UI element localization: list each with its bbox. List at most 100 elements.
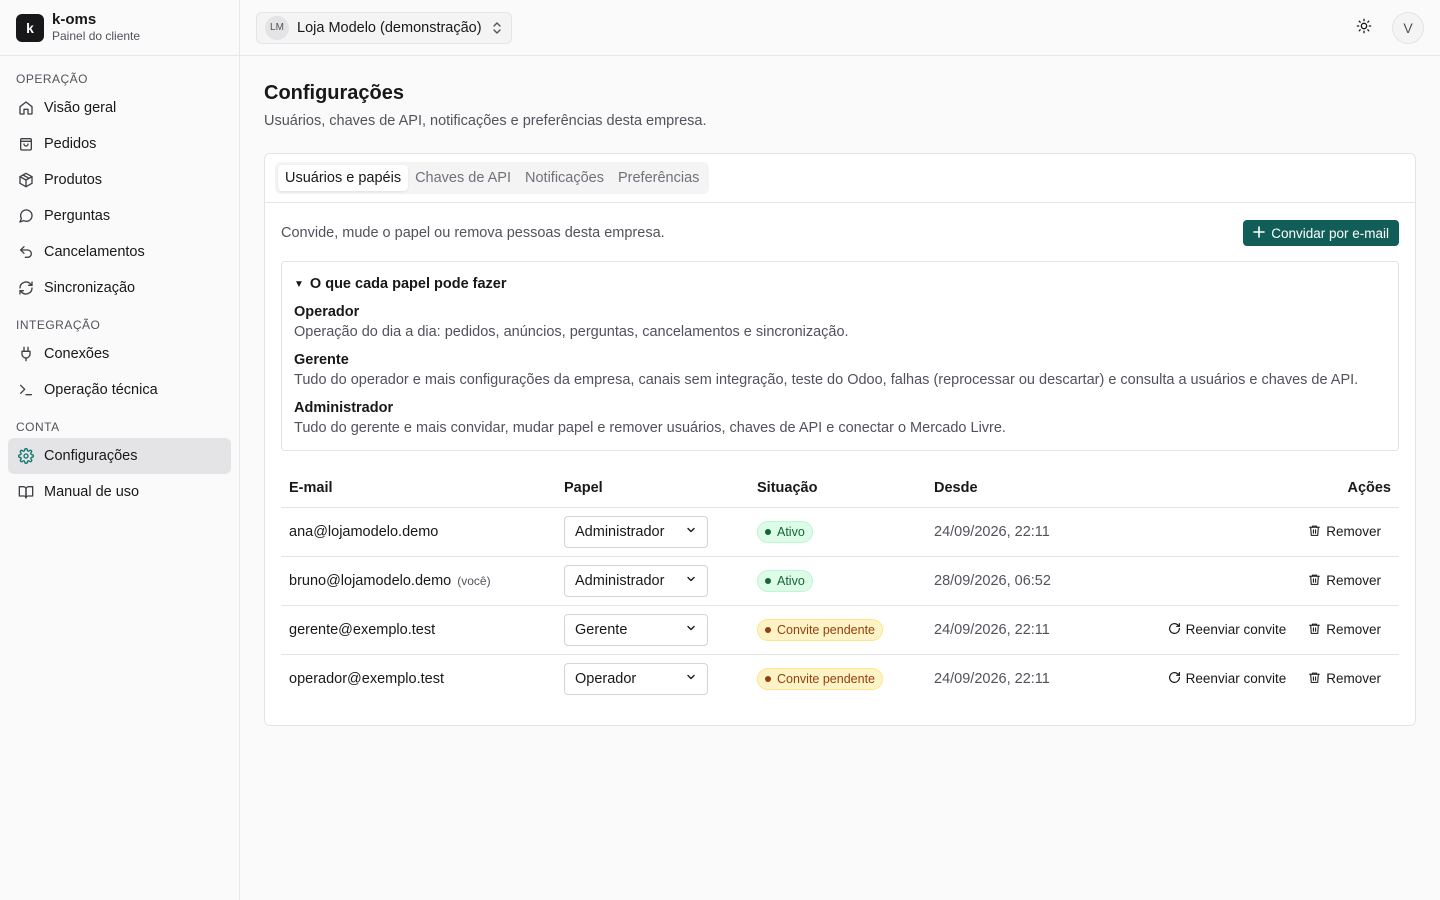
remove-label: Remover: [1326, 671, 1381, 687]
plug-icon: [18, 346, 34, 362]
nav-group-label: CONTA: [16, 420, 60, 434]
invite-button-label: Convidar por e-mail: [1271, 225, 1389, 241]
settings-tabs: Usuários e papéis Chaves de API Notificaçõ…: [275, 162, 710, 194]
user-email: gerente@exemplo.test: [289, 621, 436, 638]
nav-group-label: OPERAÇÃO: [16, 72, 89, 86]
role-description-block: Operador Operação do dia a dia: pedidos,…: [294, 302, 1386, 342]
sidebar-item-label: Pedidos: [44, 136, 97, 152]
nav-group: OPERAÇÃO Visão geral Pedidos Produtos Pergun…: [8, 68, 231, 306]
book-icon: [18, 484, 34, 500]
roles-summary-toggle[interactable]: ▼ O que cada papel pode fazer: [294, 274, 1386, 294]
sidebar-item[interactable]: Operação técnica: [8, 372, 231, 408]
user-avatar[interactable]: V: [1392, 11, 1424, 44]
sidebar: k k-oms Painel do cliente OPERAÇÃO Visão …: [0, 0, 240, 900]
sidebar-item-label: Cancelamentos: [44, 244, 145, 260]
chevron-down-icon: [685, 573, 697, 589]
status-badge: Ativo: [757, 520, 813, 543]
settings-tab[interactable]: Notificações: [518, 165, 611, 191]
col-status-header: Situação: [749, 469, 926, 508]
sidebar-item-label: Perguntas: [44, 208, 111, 224]
status-badge: Ativo: [757, 569, 813, 592]
settings-tab[interactable]: Usuários e papéis: [278, 165, 409, 191]
terminal-icon: [18, 382, 34, 398]
remove-user-button[interactable]: Remover: [1308, 524, 1381, 540]
package-icon: [18, 172, 34, 188]
role-select[interactable]: Administrador: [564, 564, 708, 597]
sidebar-item[interactable]: Perguntas: [8, 198, 231, 234]
since-date: 28/09/2026, 06:52: [934, 572, 1051, 589]
sidebar-item-label: Visão geral: [44, 100, 117, 116]
role-select[interactable]: Gerente: [564, 613, 708, 646]
theme-toggle-button[interactable]: [1348, 12, 1380, 44]
sidebar-item[interactable]: Manual de uso: [8, 474, 231, 510]
sidebar-item[interactable]: Conexões: [8, 336, 231, 372]
since-date: 24/09/2026, 22:11: [934, 523, 1050, 540]
company-initials-badge: LM: [265, 15, 289, 40]
settings-tab[interactable]: Chaves de API: [408, 165, 518, 191]
company-name: Loja Modelo (demonstração): [297, 19, 482, 36]
sidebar-item[interactable]: Pedidos: [8, 126, 231, 162]
sidebar-item[interactable]: Produtos: [8, 162, 231, 198]
rotate-icon: [1168, 622, 1181, 638]
user-email: ana@lojamodelo.demo: [289, 523, 439, 540]
nav-group: INTEGRAÇÃO Conexões Operação técnica: [8, 314, 231, 408]
trash-icon: [1308, 671, 1321, 687]
sidebar-item-label: Operação técnica: [44, 382, 158, 398]
remove-user-button[interactable]: Remover: [1308, 573, 1381, 589]
role-select-value: Gerente: [575, 621, 628, 638]
page-title: Configurações: [264, 82, 405, 104]
remove-user-button[interactable]: Remover: [1308, 622, 1381, 638]
sidebar-item-label: Configurações: [44, 448, 138, 464]
table-row: ana@lojamodelo.demo Administrador Ativo …: [281, 507, 1399, 557]
company-selector[interactable]: LM Loja Modelo (demonstração): [256, 11, 512, 44]
col-role-header: Papel: [556, 469, 749, 508]
caret-down-icon: ▼: [294, 278, 304, 290]
col-email-header: E-mail: [281, 469, 556, 508]
users-table: E-mail Papel Situação Desde Ações ana@lo…: [281, 469, 1399, 703]
sidebar-item[interactable]: Visão geral: [8, 90, 231, 126]
nav-group-label: INTEGRAÇÃO: [16, 318, 101, 332]
gear-icon: [18, 448, 34, 464]
table-row: gerente@exemplo.test Gerente Convite pen…: [281, 605, 1399, 655]
sidebar-item[interactable]: Cancelamentos: [8, 234, 231, 270]
chevron-down-icon: [685, 622, 697, 638]
page-description: Usuários, chaves de API, notificações e …: [264, 113, 707, 129]
role-description-block: Administrador Tudo do gerente e mais con…: [294, 398, 1386, 438]
nav-group: CONTA Configurações Manual de uso: [8, 416, 231, 510]
sidebar-item-label: Produtos: [44, 172, 103, 188]
role-select[interactable]: Administrador: [564, 515, 708, 548]
app-root: k k-oms Painel do cliente OPERAÇÃO Visão …: [0, 0, 1440, 900]
status-badge: Convite pendente: [757, 618, 883, 641]
table-header-row: E-mail Papel Situação Desde Ações: [281, 469, 1399, 508]
resend-invite-label: Reenviar convite: [1185, 671, 1287, 687]
page-content: Configurações Usuários, chaves de API, n…: [240, 56, 1440, 900]
settings-tab[interactable]: Preferências: [611, 165, 706, 191]
role-name: Gerente: [294, 352, 349, 368]
since-date: 24/09/2026, 22:11: [934, 670, 1050, 687]
remove-label: Remover: [1326, 622, 1381, 637]
home-icon: [18, 100, 34, 116]
role-description: Tudo do operador e mais configurações da…: [294, 372, 1359, 388]
sidebar-item[interactable]: Configurações: [8, 438, 231, 474]
sidebar-item[interactable]: Sincronização: [8, 270, 231, 306]
remove-user-button[interactable]: Remover: [1308, 671, 1381, 687]
roles-explainer: ▼ O que cada papel pode fazer Operador O…: [281, 261, 1399, 451]
resend-invite-button[interactable]: Reenviar convite: [1168, 671, 1287, 687]
user-email: bruno@lojamodelo.demo: [289, 572, 452, 589]
topbar: LM Loja Modelo (demonstração) V: [240, 0, 1440, 56]
shopping-bag-icon: [18, 136, 34, 152]
resend-invite-button[interactable]: Reenviar convite: [1168, 622, 1286, 638]
status-badge: Convite pendente: [757, 667, 883, 690]
role-select[interactable]: Operador: [564, 662, 708, 695]
role-description: Tudo do gerente e mais convidar, mudar p…: [294, 420, 1006, 436]
row-actions: Reenviar convite Remover: [1134, 622, 1391, 638]
role-name: Administrador: [294, 400, 394, 416]
sidebar-item-label: Conexões: [44, 346, 110, 362]
row-actions: Reenviar convite Remover: [1134, 671, 1391, 687]
settings-card: Usuários e papéis Chaves de API Notificaçõ…: [264, 153, 1416, 726]
invite-by-email-button[interactable]: Convidar por e-mail: [1243, 220, 1399, 246]
role-name: Operador: [294, 304, 360, 320]
role-description-block: Gerente Tudo do operador e mais configur…: [294, 350, 1386, 390]
chevrons-up-down-icon: [491, 21, 503, 35]
rotate-icon: [1168, 671, 1181, 687]
